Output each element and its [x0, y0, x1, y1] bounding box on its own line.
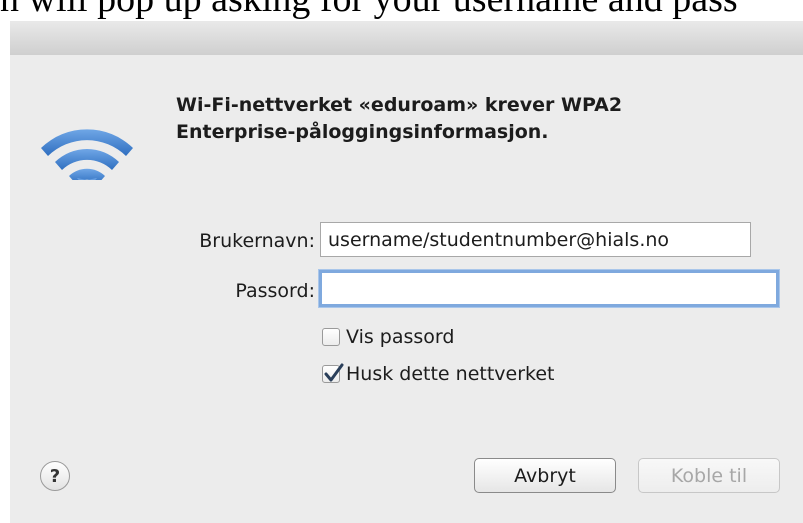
remember-network-checkbox[interactable]	[322, 363, 344, 383]
show-password-option[interactable]: Vis passord	[322, 326, 454, 348]
help-button[interactable]: ?	[40, 461, 70, 491]
wifi-icon	[41, 129, 133, 180]
password-field[interactable]	[319, 270, 779, 307]
password-label: Passord:	[235, 280, 315, 302]
checkmark-icon	[324, 363, 344, 382]
username-field[interactable]	[320, 222, 751, 257]
dialog-titlebar	[10, 21, 803, 56]
remember-network-label: Husk dette nettverket	[346, 363, 555, 385]
background-caption-text: n will pop up asking for your username a…	[0, 0, 803, 22]
show-password-checkbox[interactable]	[322, 328, 340, 346]
cancel-button[interactable]: Avbryt	[474, 458, 616, 493]
dialog-heading-line1: Wi-Fi-nettverket «eduroam» krever WPA2	[176, 94, 623, 116]
dialog-heading-line2: Enterprise-påloggingsinformasjon.	[176, 121, 549, 143]
remember-network-option[interactable]: Husk dette nettverket	[322, 363, 555, 385]
show-password-label: Vis passord	[346, 326, 455, 348]
connect-button[interactable]: Koble til	[638, 458, 780, 493]
username-label: Brukernavn:	[199, 230, 315, 252]
dialog-heading: Wi-Fi-nettverket «eduroam» krever WPA2 E…	[176, 92, 736, 146]
